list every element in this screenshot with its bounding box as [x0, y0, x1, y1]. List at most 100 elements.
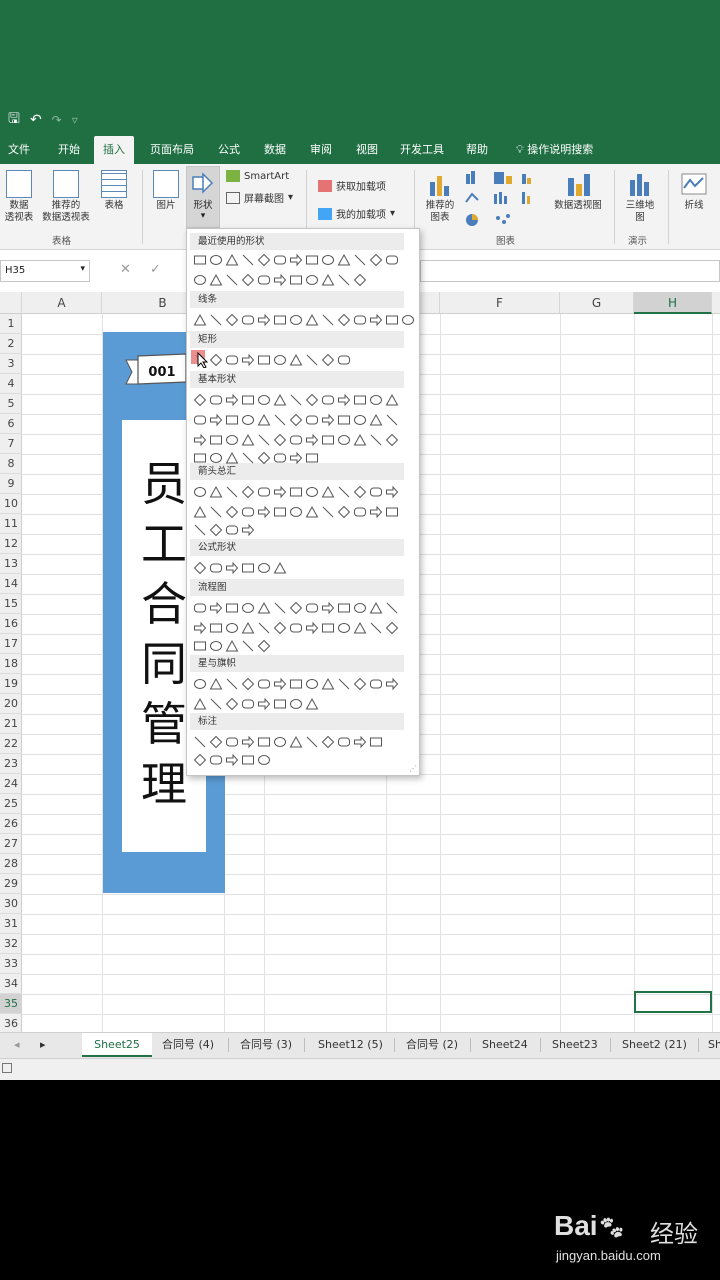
shape-rect-icon[interactable] — [273, 313, 287, 327]
shape-diamond-icon[interactable] — [257, 639, 271, 653]
shape-diamond-icon[interactable] — [353, 485, 367, 499]
shape-rect-icon[interactable] — [289, 273, 303, 287]
shape-rect-icon[interactable] — [209, 433, 223, 447]
shape-circle-icon[interactable] — [401, 313, 415, 327]
shape-rect-icon[interactable] — [225, 413, 239, 427]
resize-grip-icon[interactable]: ⋰ — [409, 764, 417, 773]
shape-diamond-icon[interactable] — [241, 677, 255, 691]
shape-line-icon[interactable] — [337, 273, 351, 287]
shape-tri-icon[interactable] — [369, 601, 383, 615]
macro-record-icon[interactable] — [2, 1063, 12, 1073]
shape-diamond-icon[interactable] — [209, 523, 223, 537]
shape-tri-icon[interactable] — [257, 413, 271, 427]
shape-round-icon[interactable] — [225, 353, 239, 367]
pivot-table-button[interactable]: 数据 透视表 — [2, 170, 36, 224]
shape-round-icon[interactable] — [385, 253, 399, 267]
shape-arrow-icon[interactable] — [369, 505, 383, 519]
shape-circle-icon[interactable] — [257, 753, 271, 767]
shape-line-icon[interactable] — [193, 735, 207, 749]
shape-arrow-icon[interactable] — [305, 433, 319, 447]
shape-tri-icon[interactable] — [241, 621, 255, 635]
shape-round-icon[interactable] — [193, 413, 207, 427]
shape-arrow-icon[interactable] — [209, 601, 223, 615]
shape-arrow-icon[interactable] — [337, 393, 351, 407]
shape-diamond-icon[interactable] — [289, 601, 303, 615]
shape-circle-icon[interactable] — [225, 433, 239, 447]
shape-round-icon[interactable] — [209, 393, 223, 407]
shape-circle-icon[interactable] — [305, 273, 319, 287]
shape-arrow-icon[interactable] — [289, 253, 303, 267]
table-button[interactable]: 表格 — [98, 170, 130, 212]
shape-circle-icon[interactable] — [369, 393, 383, 407]
shape-line-icon[interactable] — [385, 601, 399, 615]
redo-icon[interactable]: ↷ — [52, 113, 62, 127]
shape-round-icon[interactable] — [257, 677, 271, 691]
tab-file[interactable]: 文件 — [8, 136, 30, 164]
shape-round-icon[interactable] — [225, 523, 239, 537]
shape-round-icon[interactable] — [241, 697, 255, 711]
shape-arrow-icon[interactable] — [257, 505, 271, 519]
shape-arrow-icon[interactable] — [289, 451, 303, 465]
shape-tri-icon[interactable] — [321, 273, 335, 287]
shape-rect-icon[interactable] — [273, 697, 287, 711]
shape-arrow-icon[interactable] — [257, 313, 271, 327]
shape-round-icon[interactable] — [209, 561, 223, 575]
sparkline-line-button[interactable]: 折线 — [676, 170, 712, 212]
shape-circle-icon[interactable] — [305, 485, 319, 499]
shape-circle-icon[interactable] — [193, 485, 207, 499]
selected-cell[interactable] — [634, 991, 712, 1013]
shape-round-icon[interactable] — [225, 735, 239, 749]
recommended-pivot-button[interactable]: 推荐的 数据透视表 — [38, 170, 94, 224]
shape-arrow-icon[interactable] — [225, 393, 239, 407]
shape-diamond-icon[interactable] — [305, 393, 319, 407]
shape-line-icon[interactable] — [305, 735, 319, 749]
shape-round-icon[interactable] — [241, 313, 255, 327]
shape-rect-icon[interactable] — [305, 253, 319, 267]
shape-diamond-icon[interactable] — [257, 451, 271, 465]
sheet-tab[interactable]: 合同号 (4) — [162, 1033, 214, 1057]
shape-line-icon[interactable] — [273, 601, 287, 615]
shape-rect-icon[interactable] — [241, 753, 255, 767]
shape-rect-icon[interactable] — [257, 735, 271, 749]
shape-arrow-icon[interactable] — [193, 621, 207, 635]
3d-map-button[interactable]: 三维地 图 — [620, 170, 660, 224]
picture-button[interactable]: 图片 — [150, 170, 182, 212]
shape-circle-icon[interactable] — [193, 677, 207, 691]
shape-diamond-icon[interactable] — [273, 621, 287, 635]
shape-diamond-icon[interactable] — [241, 273, 255, 287]
shape-diamond-icon[interactable] — [193, 753, 207, 767]
shape-tri-icon[interactable] — [209, 485, 223, 499]
shape-rect-icon[interactable] — [369, 735, 383, 749]
tab-view[interactable]: 视图 — [356, 136, 378, 164]
shape-tri-icon[interactable] — [305, 313, 319, 327]
shape-tri-icon[interactable] — [193, 313, 207, 327]
sheet-tab[interactable]: Sh — [708, 1033, 720, 1057]
shape-tri-icon[interactable] — [193, 697, 207, 711]
shape-diamond-icon[interactable] — [337, 313, 351, 327]
shape-arrow-icon[interactable] — [257, 697, 271, 711]
shape-circle-icon[interactable] — [241, 413, 255, 427]
save-icon[interactable]: 🖫 — [8, 108, 20, 132]
sheet-tab[interactable]: Sheet23 — [552, 1033, 598, 1057]
shape-tri-icon[interactable] — [321, 485, 335, 499]
smartart-button[interactable]: SmartArt — [226, 170, 289, 182]
shape-line-icon[interactable] — [369, 621, 383, 635]
tab-home[interactable]: 开始 — [58, 136, 80, 164]
shape-tri-icon[interactable] — [273, 393, 287, 407]
shape-arrow-icon[interactable] — [353, 735, 367, 749]
tell-me-search[interactable]: 💡︎ 操作说明搜索 — [516, 136, 593, 164]
shape-round-icon[interactable] — [353, 505, 367, 519]
shape-round-icon[interactable] — [289, 433, 303, 447]
shape-arrow-icon[interactable] — [273, 273, 287, 287]
shape-circle-icon[interactable] — [273, 735, 287, 749]
shape-arrow-icon[interactable] — [241, 353, 255, 367]
shape-circle-icon[interactable] — [193, 273, 207, 287]
shape-tri-icon[interactable] — [225, 451, 239, 465]
tab-formulas[interactable]: 公式 — [218, 136, 240, 164]
sheet-tab[interactable]: 合同号 (2) — [406, 1033, 458, 1057]
shape-line-icon[interactable] — [225, 273, 239, 287]
shape-tri-icon[interactable] — [353, 621, 367, 635]
shape-line-icon[interactable] — [225, 677, 239, 691]
shape-circle-icon[interactable] — [289, 313, 303, 327]
shape-line-icon[interactable] — [241, 253, 255, 267]
